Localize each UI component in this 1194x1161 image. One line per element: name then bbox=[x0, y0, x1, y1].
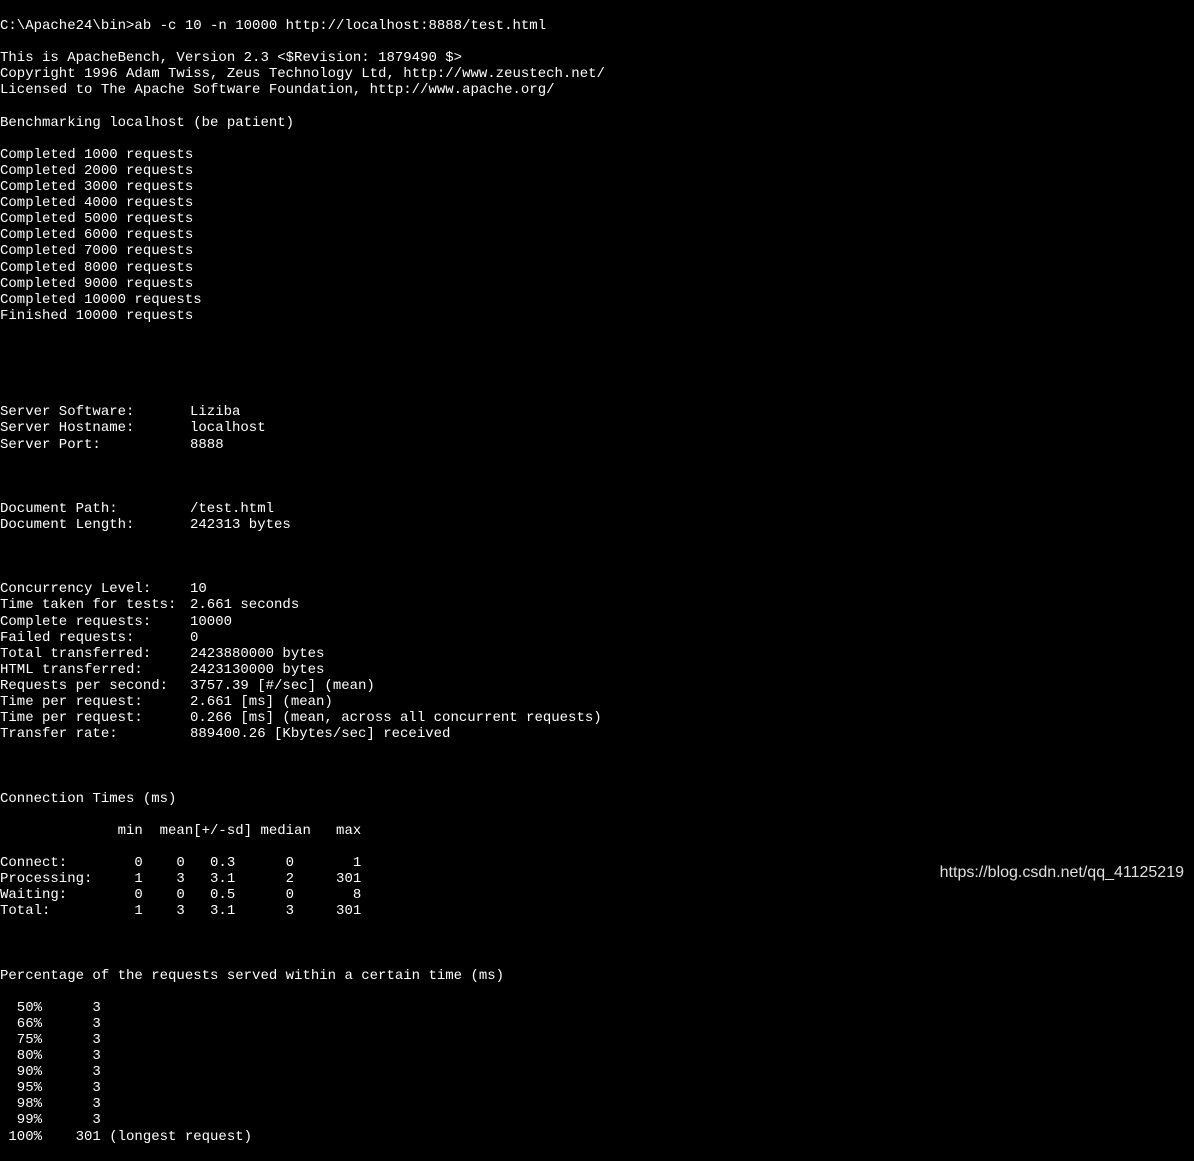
stat-value: 2423130000 bytes bbox=[190, 662, 324, 678]
command: ab -c 10 -n 10000 http://localhost:8888/… bbox=[134, 18, 546, 34]
perc-row: 99% 3 bbox=[0, 1112, 1194, 1128]
stat-row: Requests per second:3757.39 [#/sec] (mea… bbox=[0, 678, 1194, 694]
server-info-label: Server Hostname: bbox=[0, 420, 190, 436]
progress-line: Completed 1000 requests bbox=[0, 147, 1194, 163]
stat-label: Requests per second: bbox=[0, 678, 190, 694]
stat-row: Failed requests:0 bbox=[0, 630, 1194, 646]
stat-row: Transfer rate:889400.26 [Kbytes/sec] rec… bbox=[0, 726, 1194, 742]
header-line bbox=[0, 99, 1194, 115]
stat-row: Time per request:2.661 [ms] (mean) bbox=[0, 694, 1194, 710]
watermark: https://blog.csdn.net/qq_41125219 bbox=[940, 864, 1184, 882]
progress-line: Completed 5000 requests bbox=[0, 211, 1194, 227]
doc-info-value: /test.html bbox=[190, 501, 274, 517]
perc-row: 50% 3 bbox=[0, 1000, 1194, 1016]
stat-label: Complete requests: bbox=[0, 614, 190, 630]
perc-row: 100% 301 (longest request) bbox=[0, 1129, 1194, 1145]
stat-row: Complete requests:10000 bbox=[0, 614, 1194, 630]
stat-label: Transfer rate: bbox=[0, 726, 190, 742]
stat-label: HTML transferred: bbox=[0, 662, 190, 678]
stat-value: 10 bbox=[190, 581, 207, 597]
server-info-row: Server Software:Liziba bbox=[0, 404, 1194, 420]
header-line: Copyright 1996 Adam Twiss, Zeus Technolo… bbox=[0, 66, 1194, 82]
perc-row: 80% 3 bbox=[0, 1048, 1194, 1064]
server-info-value: Liziba bbox=[190, 404, 240, 420]
progress-line: Completed 10000 requests bbox=[0, 292, 1194, 308]
stat-row: Time taken for tests:2.661 seconds bbox=[0, 597, 1194, 613]
stat-value: 2423880000 bytes bbox=[190, 646, 324, 662]
progress-line: Completed 8000 requests bbox=[0, 260, 1194, 276]
server-info-row: Server Port:8888 bbox=[0, 437, 1194, 453]
stat-value: 3757.39 [#/sec] (mean) bbox=[190, 678, 375, 694]
perc-header: Percentage of the requests served within… bbox=[0, 968, 1194, 984]
progress-line: Finished 10000 requests bbox=[0, 308, 1194, 324]
stat-value: 2.661 seconds bbox=[190, 597, 299, 613]
stat-label: Total transferred: bbox=[0, 646, 190, 662]
server-info-value: localhost bbox=[190, 420, 266, 436]
stat-label: Concurrency Level: bbox=[0, 581, 190, 597]
conn-columns: min mean[+/-sd] median max bbox=[0, 823, 1194, 839]
progress-line: Completed 7000 requests bbox=[0, 243, 1194, 259]
stat-value: 0 bbox=[190, 630, 198, 646]
progress-line: Completed 9000 requests bbox=[0, 276, 1194, 292]
conn-header: Connection Times (ms) bbox=[0, 791, 1194, 807]
stat-label: Time per request: bbox=[0, 694, 190, 710]
stat-row: Concurrency Level:10 bbox=[0, 581, 1194, 597]
perc-row: 95% 3 bbox=[0, 1080, 1194, 1096]
prompt: C:\Apache24\bin> bbox=[0, 18, 134, 34]
stat-value: 2.661 [ms] (mean) bbox=[190, 694, 333, 710]
perc-row: 90% 3 bbox=[0, 1064, 1194, 1080]
stat-label: Failed requests: bbox=[0, 630, 190, 646]
perc-row: 66% 3 bbox=[0, 1016, 1194, 1032]
stat-row: Total transferred:2423880000 bytes bbox=[0, 646, 1194, 662]
header-line: Licensed to The Apache Software Foundati… bbox=[0, 82, 1194, 98]
doc-info-row: Document Length:242313 bytes bbox=[0, 517, 1194, 533]
progress-line: Completed 4000 requests bbox=[0, 195, 1194, 211]
terminal-output: C:\Apache24\bin>ab -c 10 -n 10000 http:/… bbox=[0, 2, 1194, 1161]
header-line: This is ApacheBench, Version 2.3 <$Revis… bbox=[0, 50, 1194, 66]
conn-row: Total: 1 3 3.1 3 301 bbox=[0, 903, 1194, 919]
server-info-label: Server Software: bbox=[0, 404, 190, 420]
stat-value: 0.266 [ms] (mean, across all concurrent … bbox=[190, 710, 602, 726]
server-info-value: 8888 bbox=[190, 437, 224, 453]
server-info-label: Server Port: bbox=[0, 437, 190, 453]
doc-info-label: Document Length: bbox=[0, 517, 190, 533]
stat-label: Time taken for tests: bbox=[0, 597, 190, 613]
stat-row: Time per request:0.266 [ms] (mean, acros… bbox=[0, 710, 1194, 726]
stat-row: HTML transferred:2423130000 bytes bbox=[0, 662, 1194, 678]
stat-label: Time per request: bbox=[0, 710, 190, 726]
perc-row: 98% 3 bbox=[0, 1096, 1194, 1112]
server-info-row: Server Hostname:localhost bbox=[0, 420, 1194, 436]
doc-info-label: Document Path: bbox=[0, 501, 190, 517]
doc-info-value: 242313 bytes bbox=[190, 517, 291, 533]
progress-line: Completed 3000 requests bbox=[0, 179, 1194, 195]
header-line: Benchmarking localhost (be patient) bbox=[0, 115, 1194, 131]
progress-line: Completed 2000 requests bbox=[0, 163, 1194, 179]
stat-value: 889400.26 [Kbytes/sec] received bbox=[190, 726, 450, 742]
stat-value: 10000 bbox=[190, 614, 232, 630]
doc-info-row: Document Path:/test.html bbox=[0, 501, 1194, 517]
progress-line: Completed 6000 requests bbox=[0, 227, 1194, 243]
perc-row: 75% 3 bbox=[0, 1032, 1194, 1048]
